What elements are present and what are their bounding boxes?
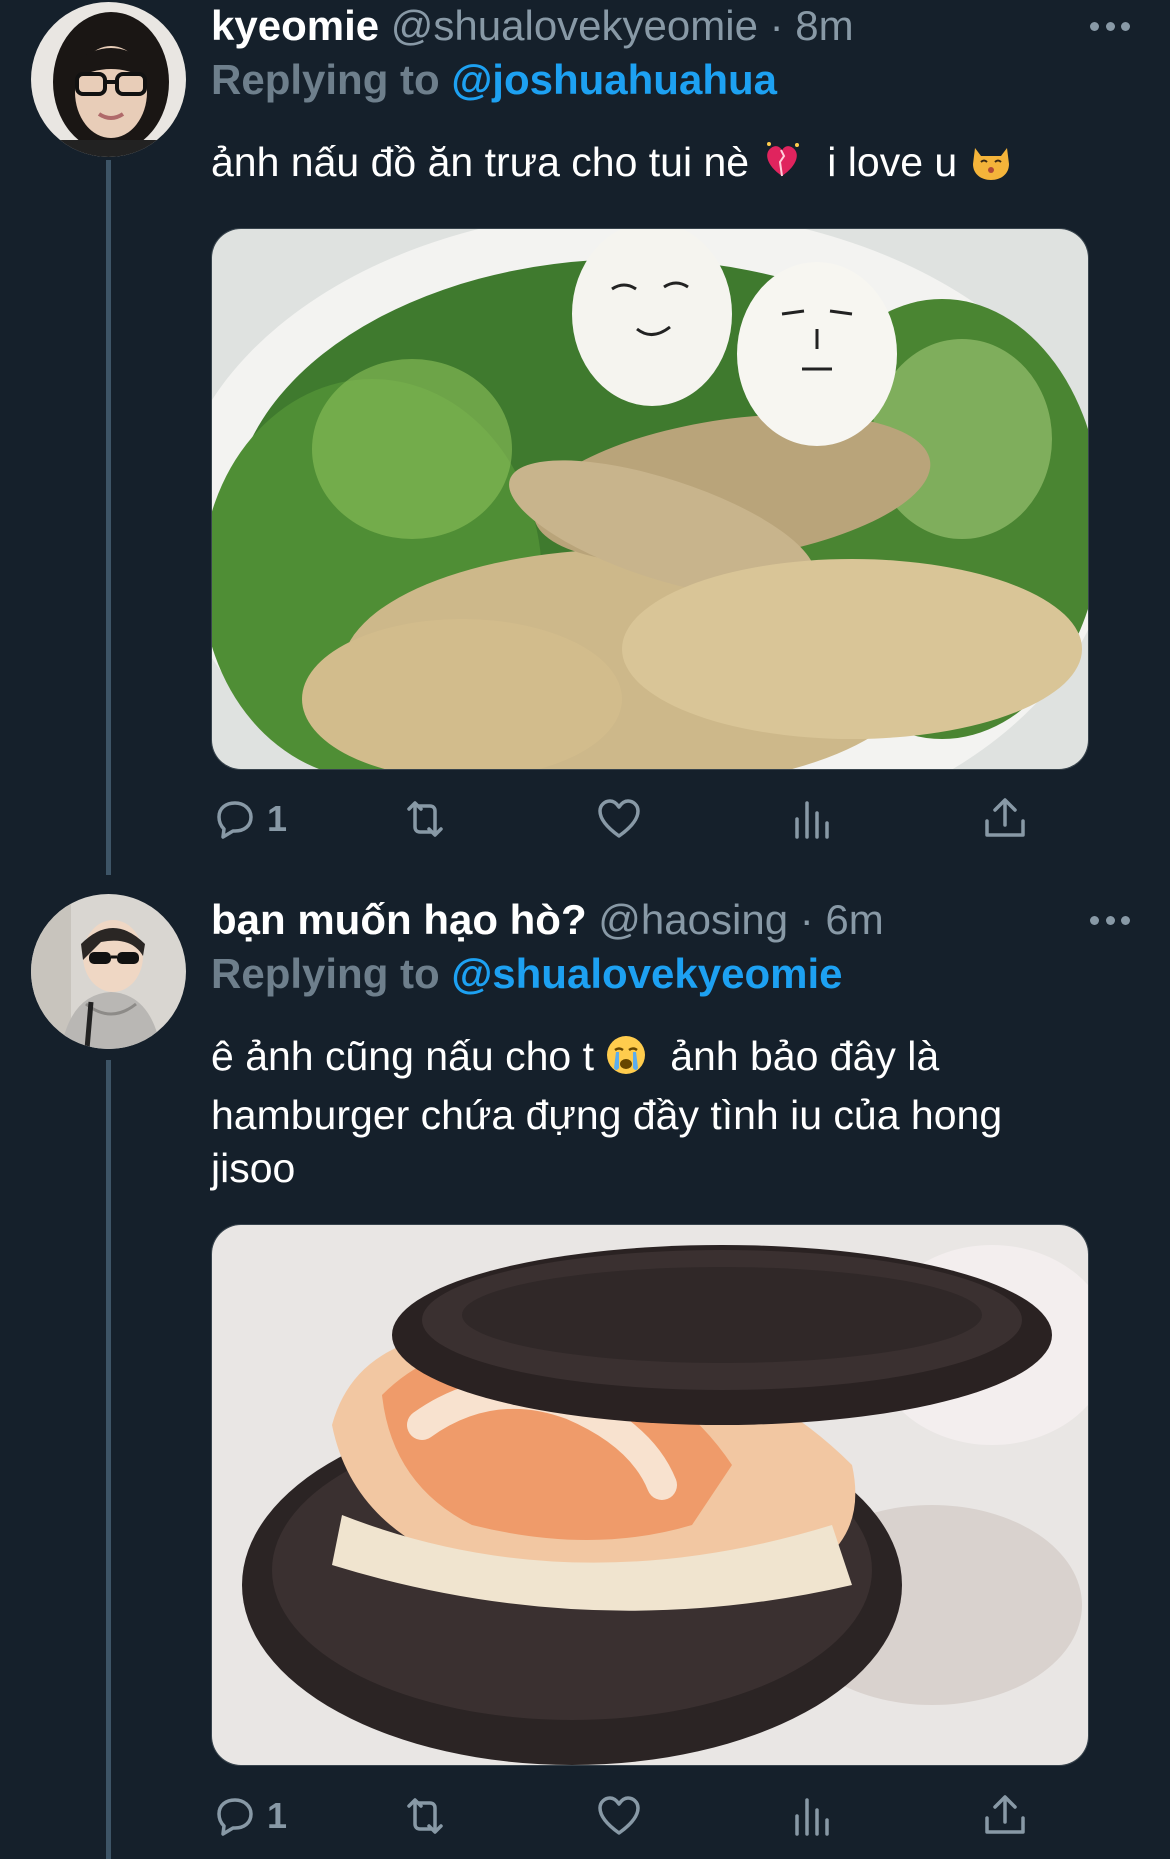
tweet-text-line: hamburger chứa đựng đầy tình iu của hong — [211, 1092, 1003, 1138]
replying-to: Replying to @joshuahuahua — [211, 54, 777, 106]
tweet-image[interactable] — [211, 1224, 1089, 1766]
reply-icon — [217, 801, 253, 839]
analytics-icon — [795, 1798, 829, 1836]
tweet-text-part: ảnh bảo đây là — [670, 1033, 940, 1079]
share-icon — [985, 798, 1025, 837]
thread-line — [106, 160, 111, 875]
avatar[interactable] — [31, 2, 186, 157]
tweet-text-line: jisoo — [211, 1145, 296, 1191]
tweet-text-part: ê ảnh cũng nấu cho t — [211, 1033, 594, 1079]
retweet-button[interactable] — [401, 1790, 449, 1842]
heart-icon — [598, 799, 640, 838]
tweet-image[interactable] — [211, 228, 1089, 770]
display-name[interactable]: kyeomie — [211, 2, 379, 49]
timestamp[interactable]: 6m — [825, 896, 883, 943]
reply-icon — [217, 1798, 253, 1836]
replying-to-mention[interactable]: @joshuahuahua — [451, 56, 777, 103]
more-options-icon[interactable] — [1090, 914, 1130, 926]
analytics-button[interactable] — [787, 793, 835, 845]
username[interactable]: @haosing — [598, 896, 788, 943]
thread-line — [106, 1060, 111, 1859]
analytics-button[interactable] — [787, 1790, 835, 1842]
separator: · — [799, 896, 814, 943]
replying-to-mention[interactable]: @shualovekyeomie — [451, 950, 842, 997]
tweet-header: kyeomie @shualovekyeomie · 8m — [211, 0, 854, 52]
separator: · — [769, 2, 784, 49]
retweet-icon — [407, 801, 443, 837]
like-button[interactable] — [595, 793, 643, 845]
more-options-icon[interactable] — [1090, 20, 1130, 32]
heart-icon — [598, 1796, 640, 1835]
replying-to: Replying to @shualovekyeomie — [211, 948, 842, 1000]
replying-to-label: Replying to — [211, 56, 440, 103]
reply-count: 1 — [267, 798, 288, 839]
retweet-button[interactable] — [401, 793, 449, 845]
share-icon — [985, 1795, 1025, 1834]
timestamp[interactable]: 8m — [795, 2, 853, 49]
kissing-cat-icon — [969, 138, 1013, 195]
tweet-header: bạn muốn hạo hò? @haosing · 6m — [211, 894, 884, 946]
like-button[interactable] — [595, 1790, 643, 1842]
heart-with-sparkles-icon — [760, 138, 804, 195]
replying-to-label: Replying to — [211, 950, 440, 997]
tweet-text: ảnh nấu đồ ăn trưa cho tui nè i love u — [211, 136, 1111, 195]
tweet-actions: 1 — [211, 793, 1031, 845]
tweet-actions: 1 — [211, 1790, 1031, 1842]
display-name[interactable]: bạn muốn hạo hò? — [211, 896, 587, 943]
username[interactable]: @shualovekyeomie — [391, 2, 758, 49]
reply-button[interactable]: 1 — [211, 793, 287, 845]
tweet-text-part: i love u — [827, 139, 958, 185]
analytics-icon — [795, 801, 829, 839]
crying-face-icon — [605, 1034, 647, 1089]
reply-count: 1 — [267, 1795, 288, 1836]
share-button[interactable] — [981, 1790, 1029, 1842]
reply-button[interactable]: 1 — [211, 1790, 287, 1842]
share-button[interactable] — [981, 793, 1029, 845]
retweet-icon — [407, 1798, 443, 1834]
avatar[interactable] — [31, 894, 186, 1049]
tweet-text: ê ảnh cũng nấu cho t ảnh bảo đây là hamb… — [211, 1030, 1111, 1195]
tweet-text-part: ảnh nấu đồ ăn trưa cho tui nè — [211, 139, 750, 185]
